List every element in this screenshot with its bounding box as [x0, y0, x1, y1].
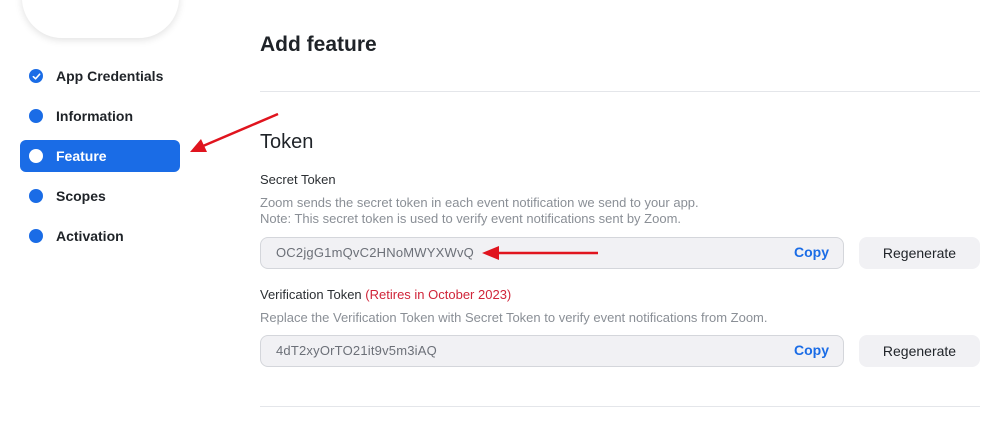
red-arrow-icon: [482, 246, 598, 260]
red-arrow-icon: [190, 112, 279, 152]
annotation-overlay: [190, 112, 598, 260]
